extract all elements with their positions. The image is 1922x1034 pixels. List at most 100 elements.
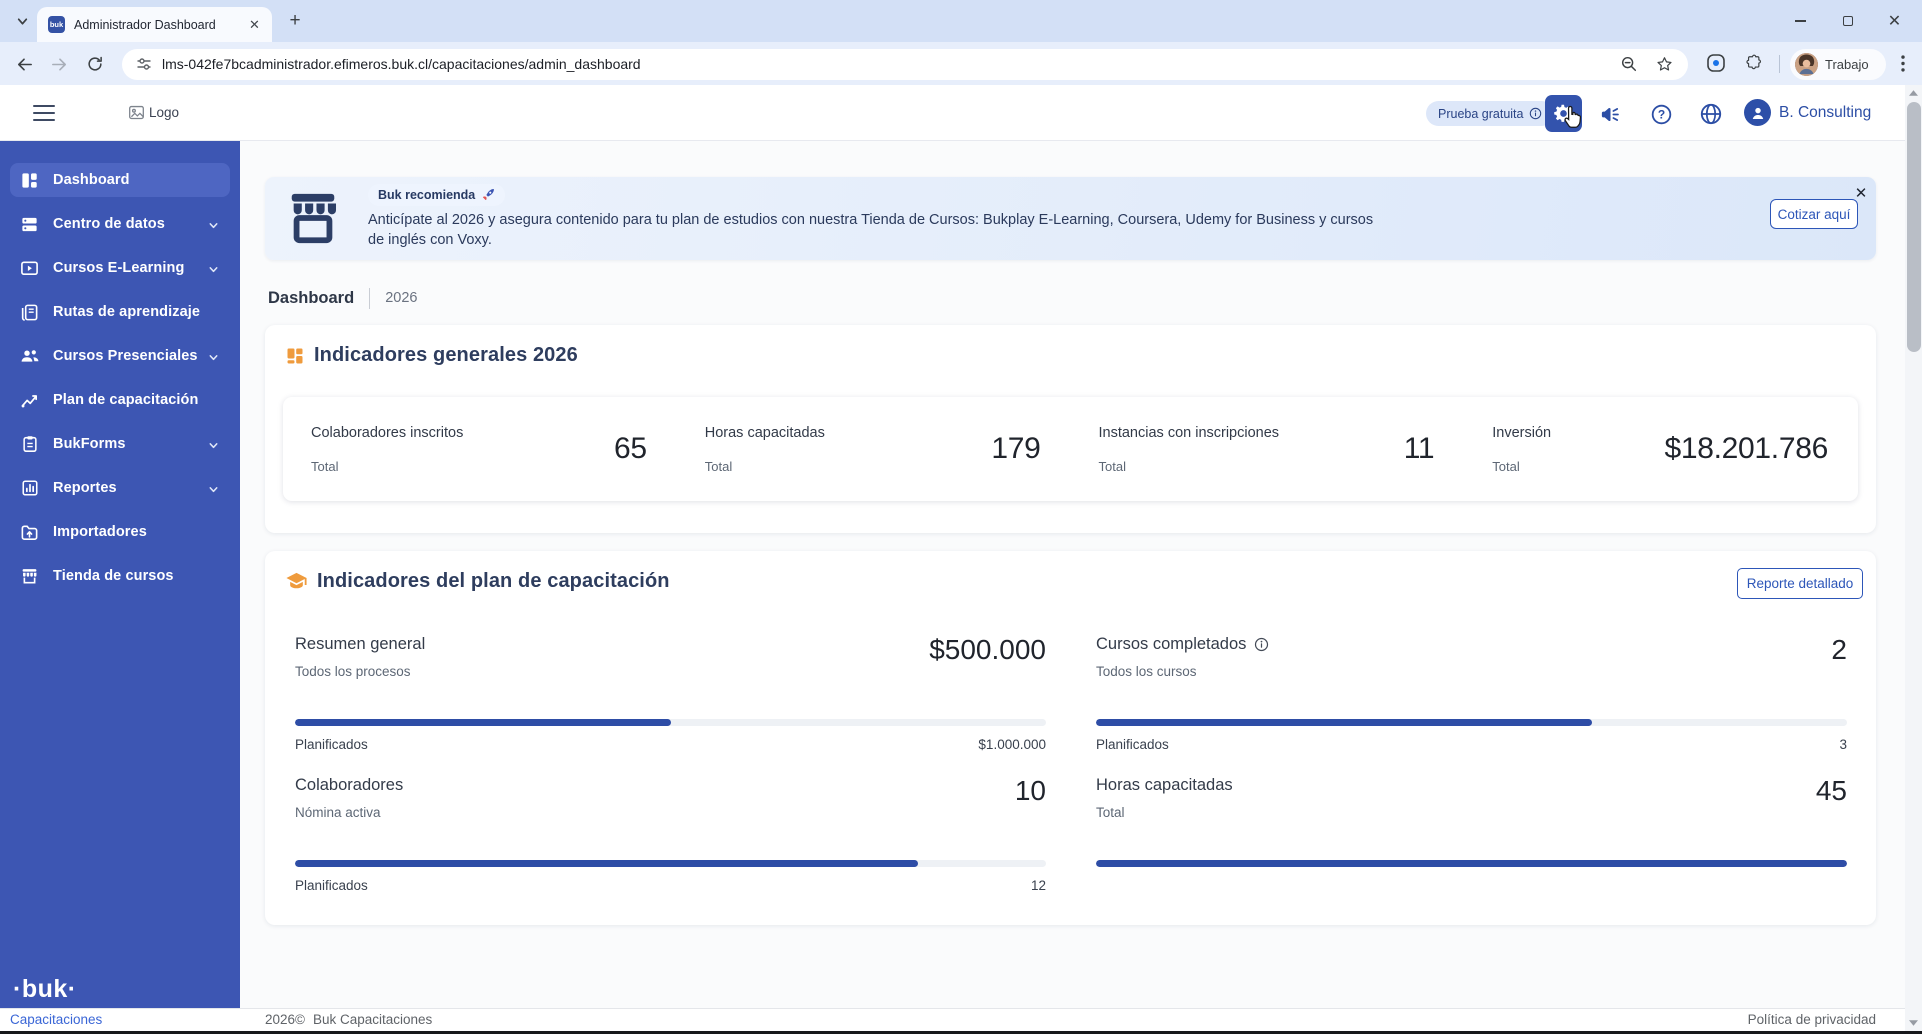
announcements-button[interactable]	[1597, 101, 1623, 127]
stats-panel: Colaboradores inscritos Total 65 Horas ca…	[283, 397, 1858, 501]
toolbar-divider	[1779, 55, 1780, 73]
broken-image-icon	[129, 105, 144, 120]
training-plan-card: Indicadores del plan de capacitación Rep…	[265, 551, 1876, 925]
metric-resumen-general: Resumen general Todos los procesos $500.…	[295, 634, 1046, 752]
sidebar-item-rutas-de-aprendizaje[interactable]: Rutas de aprendizaje	[10, 295, 230, 329]
in-person-courses-icon	[19, 346, 40, 367]
account-menu[interactable]: B. Consulting	[1744, 99, 1871, 126]
back-button[interactable]	[10, 50, 38, 78]
browser-tab[interactable]: buk Administrador Dashboard ✕	[37, 7, 272, 42]
chevron-down-icon	[208, 218, 219, 236]
banner-text: Anticípate al 2026 y asegura contenido p…	[368, 212, 1374, 248]
language-button[interactable]	[1698, 101, 1724, 127]
sidebar-item-cursos-presenciales[interactable]: Cursos Presenciales	[10, 339, 230, 373]
minimize-button[interactable]	[1777, 0, 1824, 42]
plan-metrics: Resumen general Todos los procesos $500.…	[295, 635, 1847, 901]
metric-horas-capacitadas: Horas capacitadas Total 45	[1096, 776, 1847, 901]
privacy-policy-link[interactable]: Política de privacidad	[1748, 1012, 1876, 1027]
logo-placeholder: Logo	[128, 104, 179, 121]
general-indicators-card: Indicadores generales 2026 Colaboradores…	[265, 325, 1876, 533]
banner-badge: Buk recomienda	[368, 184, 506, 206]
browser-tab-strip: buk Administrador Dashboard ✕ + ✕	[0, 0, 1922, 42]
sidebar-item-cursos-elearning[interactable]: Cursos E-Learning	[10, 251, 230, 285]
footer-app-link[interactable]: Capacitaciones	[10, 1012, 102, 1027]
learning-paths-icon	[19, 302, 40, 323]
reload-button[interactable]	[81, 50, 109, 78]
scroll-down-arrow[interactable]	[1905, 1015, 1922, 1031]
settings-button[interactable]	[1545, 95, 1582, 132]
chevron-down-icon	[208, 262, 219, 280]
planned-row: Planificados 12	[295, 878, 1046, 893]
squircle-dot-icon	[1707, 54, 1725, 72]
breadcrumb-year: 2026	[385, 290, 418, 306]
forward-button[interactable]	[45, 50, 73, 78]
chevron-down-icon	[17, 18, 28, 25]
trial-badge[interactable]: Prueba gratuita	[1426, 101, 1555, 126]
banner-close-icon[interactable]: ✕	[1850, 182, 1872, 204]
breadcrumb: Dashboard 2026	[268, 286, 417, 310]
progress-bar	[1096, 860, 1847, 867]
progress-bar	[295, 860, 1046, 867]
sidebar-item-centro-de-datos[interactable]: Centro de datos	[10, 207, 230, 241]
planned-row: Planificados $1.000.000	[295, 737, 1046, 752]
app-header: Logo Prueba gratuita ? B. Consulting	[0, 85, 1922, 141]
tab-close-icon[interactable]: ✕	[246, 16, 263, 33]
card-title: Indicadores generales 2026	[314, 344, 578, 366]
sidebar-item-dashboard[interactable]: Dashboard	[10, 163, 230, 197]
megaphone-icon	[1601, 107, 1619, 121]
scrollbar-thumb[interactable]	[1906, 102, 1921, 352]
address-bar[interactable]: lms-042fe7bcadministrador.efimeros.buk.c…	[122, 48, 1688, 80]
data-center-icon	[19, 214, 40, 235]
metric-colaboradores: Colaboradores Nómina activa 10 Planifica…	[295, 775, 1046, 893]
detailed-report-button[interactable]: Reporte detallado	[1737, 568, 1863, 599]
sidebar-item-plan-de-capacitacion[interactable]: Plan de capacitación	[10, 383, 230, 417]
svg-text:?: ?	[1657, 107, 1664, 121]
reload-icon	[88, 56, 102, 71]
logo-alt-text: Logo	[149, 105, 180, 120]
zoom-indicator-icon[interactable]	[1620, 55, 1638, 73]
bookmark-star-icon[interactable]	[1655, 55, 1674, 74]
info-icon	[1530, 107, 1542, 120]
question-circle-icon: ?	[1651, 104, 1671, 124]
back-arrow-icon	[17, 57, 32, 71]
globe-icon	[1700, 103, 1722, 125]
sidebar-item-tienda-de-cursos[interactable]: Tienda de cursos	[10, 559, 230, 593]
storefront-icon	[291, 193, 337, 244]
stat-horas-capacitadas: Horas capacitadas Total 179	[704, 424, 1041, 474]
help-button[interactable]: ?	[1648, 101, 1674, 127]
page-scrollbar[interactable]	[1905, 85, 1922, 1031]
new-tab-button[interactable]: +	[283, 9, 307, 33]
sidebar-item-importadores[interactable]: Importadores	[10, 515, 230, 549]
stat-instancias: Instancias con inscripciones Total 11	[1098, 424, 1435, 474]
info-icon[interactable]	[1254, 637, 1269, 652]
extensions-button[interactable]	[1740, 49, 1768, 77]
tab-memory-button[interactable]	[1702, 49, 1730, 77]
progress-bar	[1096, 719, 1847, 726]
account-name: B. Consulting	[1779, 103, 1872, 121]
stat-colaboradores-inscritos: Colaboradores inscritos Total 65	[311, 424, 647, 474]
planned-row: Planificados 3	[1096, 737, 1847, 752]
breadcrumb-section: Dashboard	[268, 288, 355, 307]
browser-menu-button[interactable]	[1890, 49, 1916, 77]
site-settings-icon[interactable]	[136, 56, 152, 72]
tab-search-button[interactable]	[11, 10, 34, 33]
gear-icon	[1554, 104, 1572, 122]
sidebar-toggle-button[interactable]	[33, 103, 55, 123]
url-text: lms-042fe7bcadministrador.efimeros.buk.c…	[162, 56, 641, 72]
importers-icon	[19, 522, 40, 543]
rocket-icon	[483, 189, 495, 201]
maximize-button[interactable]	[1824, 0, 1871, 42]
sidebar-item-bukforms[interactable]: BukForms	[10, 427, 230, 461]
browser-profile-chip[interactable]: Trabajo	[1790, 48, 1886, 80]
quote-here-button[interactable]: Cotizar aquí	[1770, 199, 1858, 229]
kebab-menu-icon	[1901, 54, 1905, 72]
account-avatar	[1744, 99, 1771, 126]
sidebar-item-reportes[interactable]: Reportes	[10, 471, 230, 505]
screen: buk Administrador Dashboard ✕ + ✕ lms-04…	[0, 0, 1922, 1034]
course-store-icon	[19, 566, 40, 587]
reports-icon	[19, 478, 40, 499]
profile-avatar	[1795, 52, 1818, 76]
footer-copyright: 2026© Buk Capacitaciones	[265, 1012, 433, 1027]
scroll-up-arrow[interactable]	[1905, 85, 1922, 101]
close-window-button[interactable]: ✕	[1871, 0, 1918, 42]
